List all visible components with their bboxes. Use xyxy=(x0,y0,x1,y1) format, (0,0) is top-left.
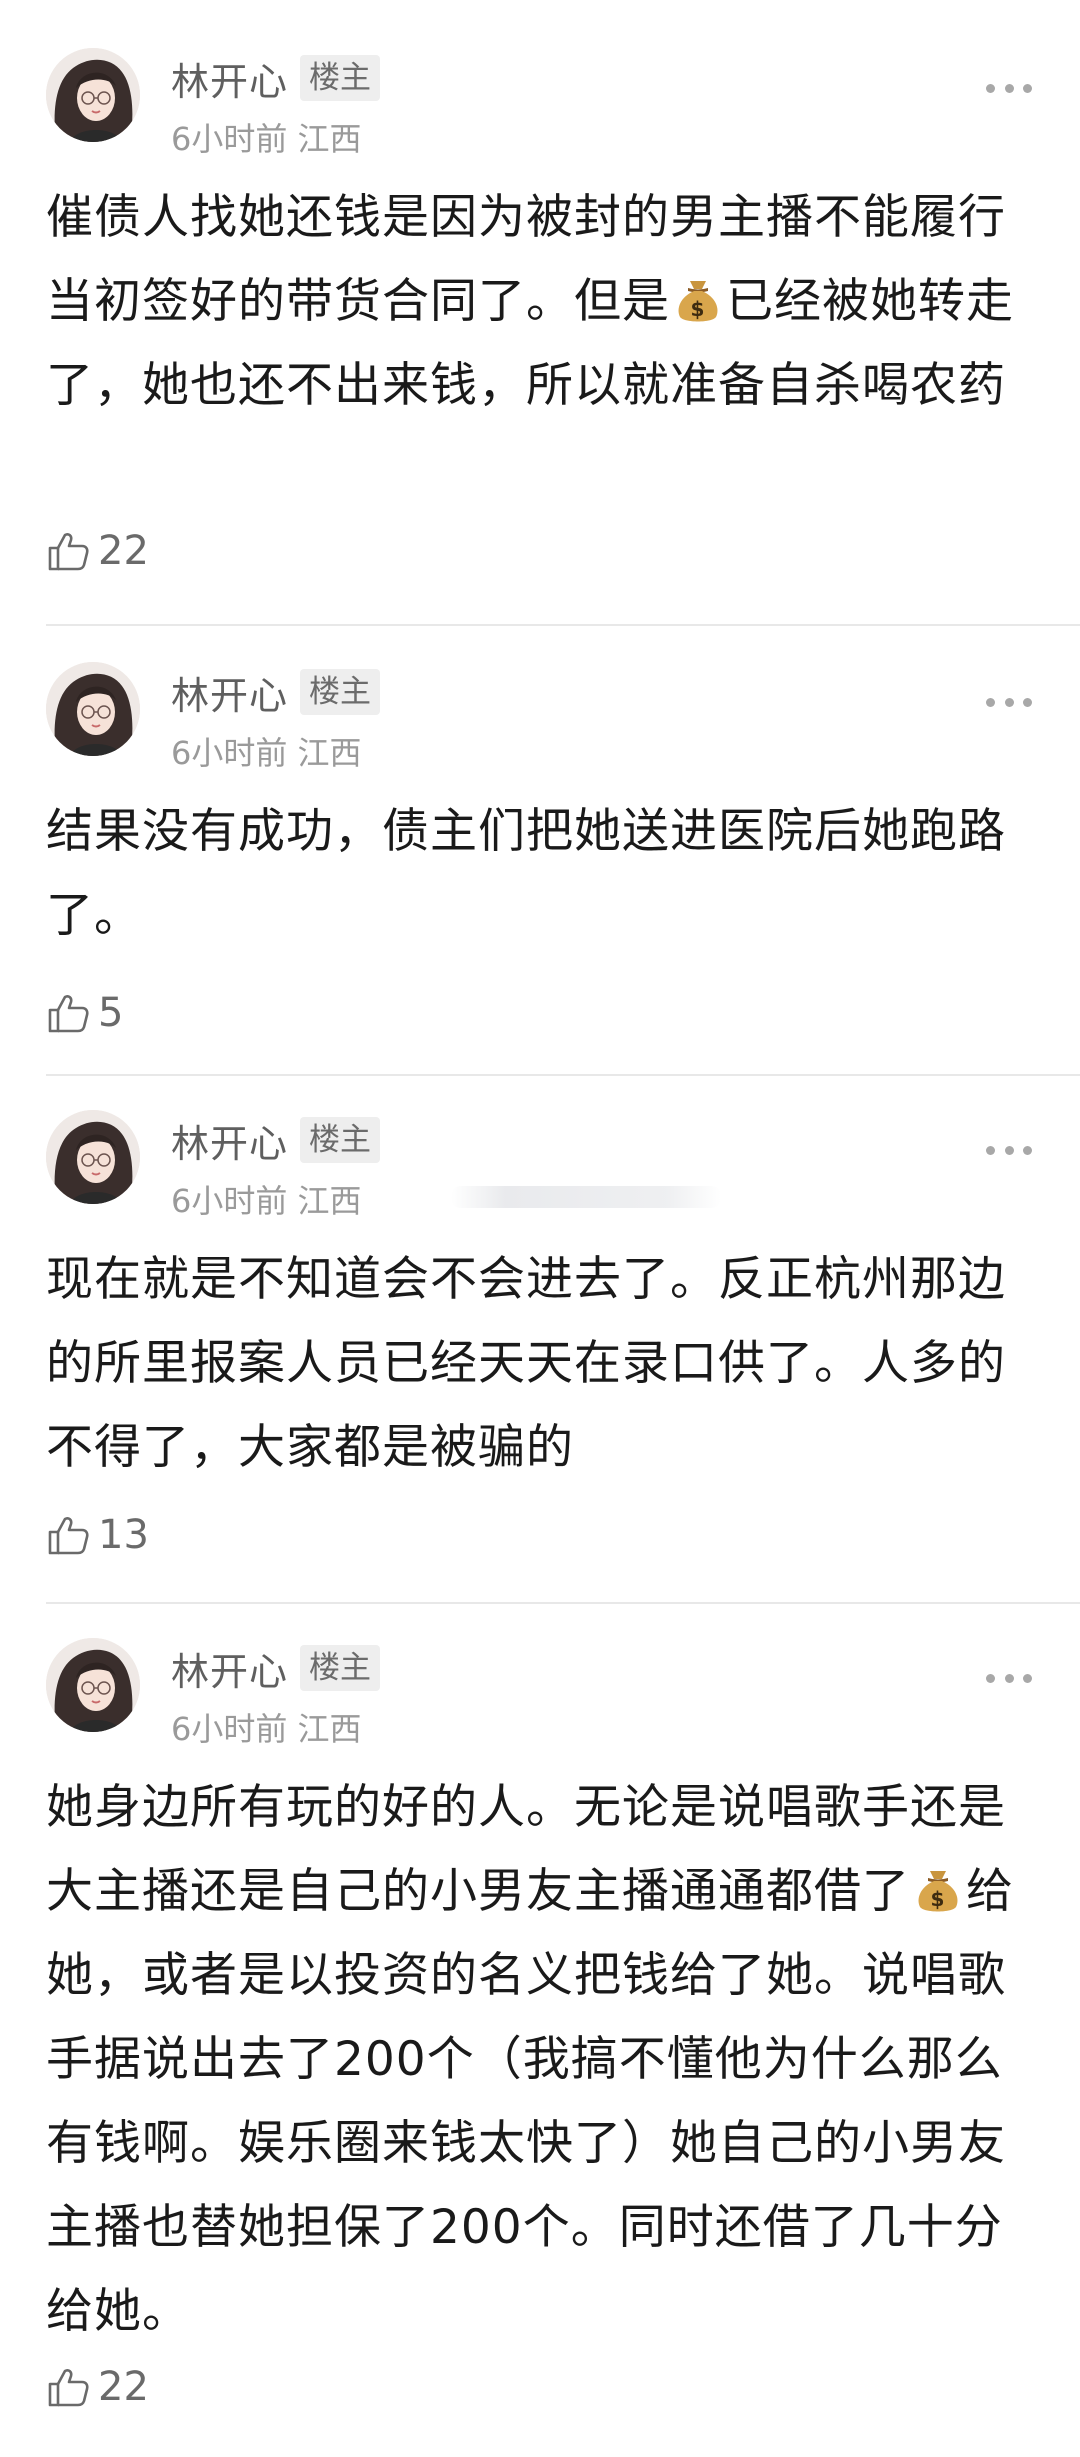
thumbs-up-icon xyxy=(46,2365,90,2409)
more-dots-icon[interactable] xyxy=(986,82,1032,94)
op-badge: 楼主 xyxy=(300,669,381,715)
like-count: 22 xyxy=(98,2364,149,2410)
comment-item: 林开心 楼主 6小时前 江西 现在就是不知道会不会进去了。反正杭州那边的所里报案… xyxy=(46,1074,1080,1602)
like-count: 5 xyxy=(98,990,124,1036)
comment-time: 6小时前 xyxy=(171,734,288,772)
comment-header: 林开心 楼主 6小时前 江西 xyxy=(46,1110,1032,1220)
more-dots-icon[interactable] xyxy=(986,1144,1032,1156)
like-button[interactable]: 22 xyxy=(46,2360,149,2414)
op-badge: 楼主 xyxy=(300,55,381,101)
comment-text: 结果没有成功，债主们把她送进医院后她跑路了。 xyxy=(46,804,1006,943)
comment-header: 林开心 楼主 6小时前 江西 xyxy=(46,662,1032,772)
comment-text: 现在就是不知道会不会进去了。反正杭州那边的所里报案人员已经天天在录口供了。人多的… xyxy=(46,1252,1006,1475)
author-row: 林开心 楼主 xyxy=(171,1116,381,1166)
more-dots-icon[interactable] xyxy=(986,1672,1032,1684)
comment-location: 江西 xyxy=(297,120,362,158)
author-name[interactable]: 林开心 xyxy=(171,1113,288,1168)
thumbs-up-icon xyxy=(46,529,90,573)
avatar[interactable] xyxy=(46,1638,140,1732)
comment-time: 6小时前 xyxy=(171,1182,288,1220)
money-bag-icon xyxy=(912,1863,964,1915)
comment-time: 6小时前 xyxy=(171,120,288,158)
comment-location: 江西 xyxy=(297,1182,362,1220)
avatar[interactable] xyxy=(46,662,140,756)
op-badge: 楼主 xyxy=(300,1117,381,1163)
comment-location: 江西 xyxy=(297,734,362,772)
comment-item: 林开心 楼主 6小时前 江西 结果没有成功，债主们把她送进医院后她跑路了。 5 xyxy=(46,624,1080,1074)
like-button[interactable]: 5 xyxy=(46,986,123,1040)
blurred-watermark xyxy=(451,1186,721,1208)
author-name[interactable]: 林开心 xyxy=(171,665,288,720)
thumbs-up-icon xyxy=(46,1513,90,1557)
avatar[interactable] xyxy=(46,48,140,142)
author-row: 林开心 楼主 xyxy=(171,668,381,718)
comment-meta: 6小时前 江西 xyxy=(171,114,362,160)
like-count: 22 xyxy=(98,528,149,574)
comment-item: 林开心 楼主 6小时前 江西 她身边所有玩的好的人。无论是说唱歌手还是大主播还是… xyxy=(46,1602,1080,2457)
like-count: 13 xyxy=(98,1512,149,1558)
comment-meta: 6小时前 江西 xyxy=(171,1176,362,1222)
comment-location: 江西 xyxy=(297,1710,362,1748)
author-name[interactable]: 林开心 xyxy=(171,51,288,106)
more-dots-icon[interactable] xyxy=(986,696,1032,708)
avatar[interactable] xyxy=(46,1110,140,1204)
comment-meta: 6小时前 江西 xyxy=(171,728,362,774)
thumbs-up-icon xyxy=(46,991,90,1035)
comment-text: 她身边所有玩的好的人。无论是说唱歌手还是大主播还是自己的小男友主播通通都借了 给她… xyxy=(46,1780,1014,2339)
comment-header: 林开心 楼主 6小时前 江西 xyxy=(46,1638,1032,1748)
author-name[interactable]: 林开心 xyxy=(171,1641,288,1696)
author-row: 林开心 楼主 xyxy=(171,54,381,104)
author-row: 林开心 楼主 xyxy=(171,1644,381,1694)
comment-time: 6小时前 xyxy=(171,1710,288,1748)
op-badge: 楼主 xyxy=(300,1645,381,1691)
comment-feed: 林开心 楼主 6小时前 江西 催债人找她还钱是因为被封的男主播不能履行当初签好的… xyxy=(0,0,1080,2457)
money-bag-icon xyxy=(672,273,724,325)
comment-item: 林开心 楼主 6小时前 江西 催债人找她还钱是因为被封的男主播不能履行当初签好的… xyxy=(0,0,1080,624)
comment-meta: 6小时前 江西 xyxy=(171,1704,362,1750)
like-button[interactable]: 22 xyxy=(46,524,149,578)
like-button[interactable]: 13 xyxy=(46,1508,149,1562)
comment-header: 林开心 楼主 6小时前 江西 xyxy=(46,48,1032,158)
comment-text: 催债人找她还钱是因为被封的男主播不能履行当初签好的带货合同了。但是 已经被她转走了… xyxy=(46,190,1014,413)
